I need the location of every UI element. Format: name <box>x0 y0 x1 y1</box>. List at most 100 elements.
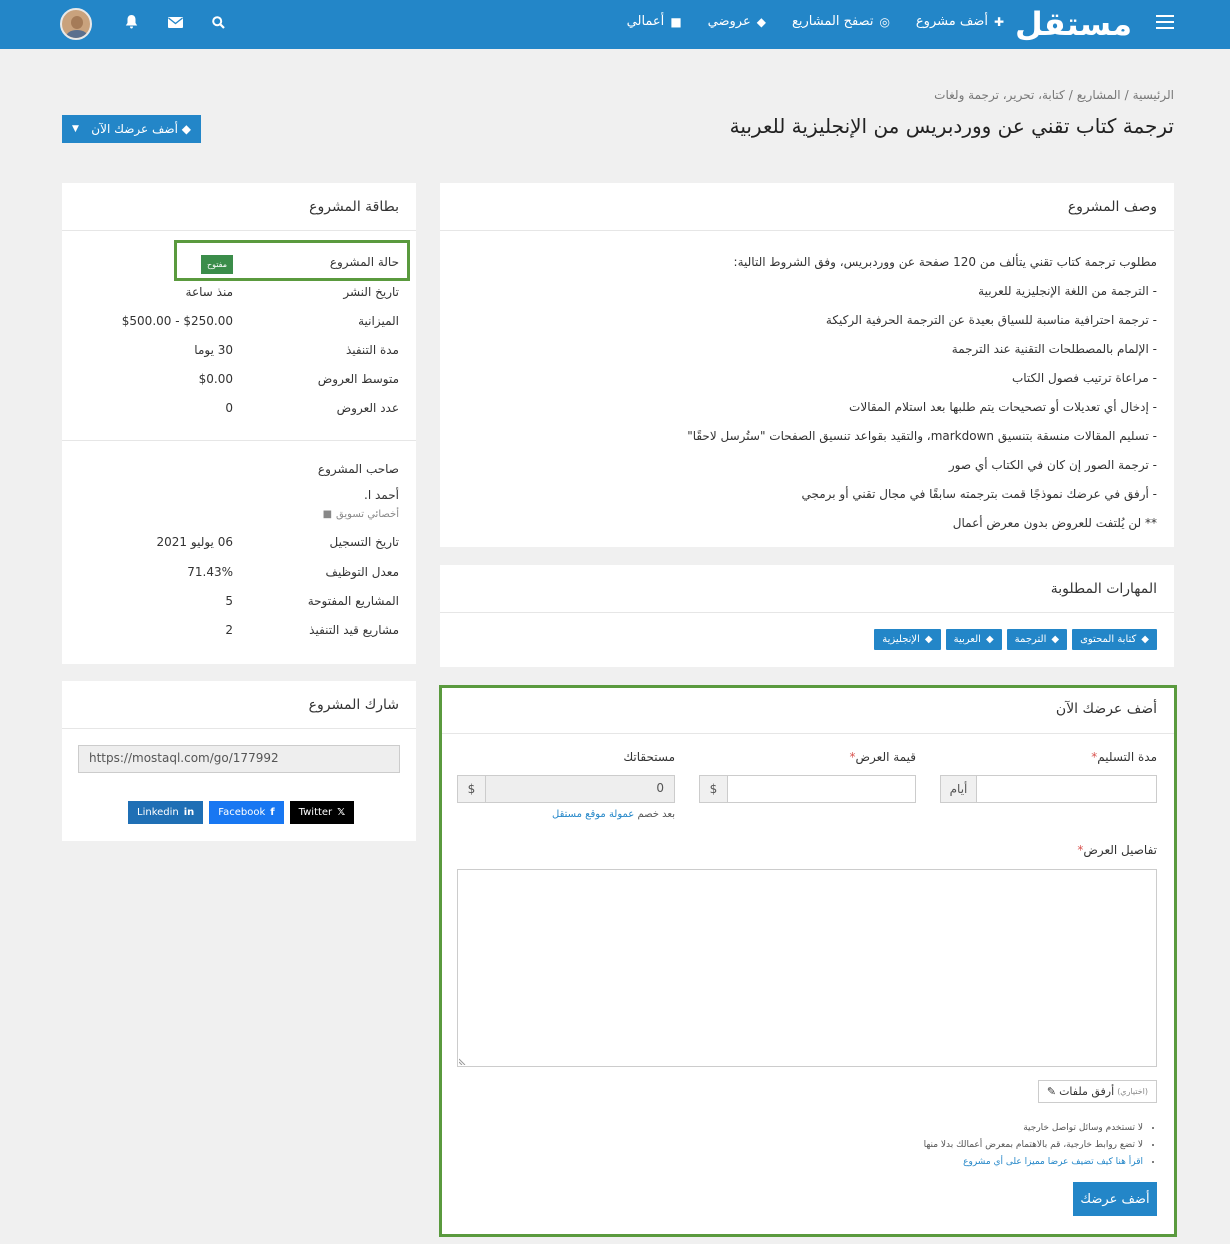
offer-rules-list: لا تستخدم وسائل تواصل خارجية لا تضع رواب… <box>924 1120 1157 1171</box>
tag-icon: ◆ <box>924 634 933 645</box>
envelope-icon[interactable] <box>164 16 186 32</box>
info-row-offer-count: عدد العروض 0 <box>79 401 399 415</box>
description-heading: وصف المشروع <box>440 183 1174 231</box>
briefcase-icon: ■ <box>322 509 333 520</box>
skill-tag[interactable]: ◆ الترجمة <box>1006 629 1068 650</box>
facebook-icon: f <box>270 807 275 818</box>
info-value: 2 <box>225 623 233 637</box>
briefcase-icon: ■ <box>670 14 682 29</box>
share-heading: شارك المشروع <box>62 681 416 729</box>
description-line: مطلوب ترجمة كتاب تقني يتألف من 120 صفحة … <box>733 255 1157 269</box>
offer-price-input[interactable]: $ <box>699 775 916 803</box>
add-offer-form-panel: أضف عرضك الآن مدة التسليم* قيمة العرض* م… <box>439 685 1177 1237</box>
delivery-duration-input[interactable]: أيام <box>940 775 1157 803</box>
page-title: ترجمة كتاب تقني عن ووردبريس من الإنجليزي… <box>729 114 1174 138</box>
info-key: عدد العروض <box>336 401 399 415</box>
share-buttons: Linkedin in Facebook f Twitter 𝕏 <box>128 801 355 824</box>
menu-icon[interactable] <box>1156 15 1174 30</box>
description-body: مطلوب ترجمة كتاب تقني يتألف من 120 صفحة … <box>440 231 1174 555</box>
twitter-share-button[interactable]: Twitter 𝕏 <box>289 801 355 824</box>
info-key: الميزانية <box>358 314 399 328</box>
description-line: - الترجمة من اللغة الإنجليزية للعربية <box>978 284 1157 298</box>
submit-offer-button[interactable]: أضف عرضك <box>1073 1182 1157 1216</box>
owner-role: ■ أخصائي تسويق <box>322 509 399 520</box>
info-key: تاريخ التسجيل <box>329 535 399 549</box>
info-row-open-projects: المشاريع المفتوحة 5 <box>79 594 399 608</box>
resize-handle-icon[interactable] <box>459 1057 467 1065</box>
dollar-addon: $ <box>700 776 728 802</box>
share-project-panel: شارك المشروع https://mostaql.com/go/1779… <box>62 681 416 841</box>
project-card-heading: بطاقة المشروع <box>62 183 416 231</box>
info-key: مشاريع قيد التنفيذ <box>309 623 399 637</box>
project-description-panel: وصف المشروع مطلوب ترجمة كتاب تقني يتألف … <box>440 183 1174 547</box>
info-value: 30 يوما <box>194 343 233 357</box>
offer-details-textarea[interactable] <box>457 869 1157 1067</box>
nav-add-project[interactable]: ✚ أضف مشروع <box>916 14 1004 29</box>
nav-add-project-label: أضف مشروع <box>915 14 988 29</box>
info-value: $250.00 - $500.00 <box>121 314 233 328</box>
search-icon[interactable] <box>207 15 229 33</box>
nav-my-offers-label: عروضي <box>707 14 751 29</box>
share-url-input[interactable]: https://mostaql.com/go/177992 <box>78 745 400 773</box>
description-line: - ترجمة الصور إن كان في الكتاب أي صور <box>948 458 1157 472</box>
skill-tag[interactable]: ◆ العربية <box>945 629 1002 650</box>
breadcrumb-projects[interactable]: المشاريع <box>1077 88 1121 102</box>
attach-files-button[interactable]: ✎ أرفق ملفات (اختياري) <box>1037 1080 1157 1103</box>
dollar-addon: $ <box>458 776 486 802</box>
status-badge: مفتوح <box>200 255 233 274</box>
rule-item: لا تستخدم وسائل تواصل خارجية <box>924 1120 1143 1137</box>
bell-icon[interactable] <box>120 15 142 33</box>
description-line: - أرفق في عرضك نموذجًا قمت بترجمته سابقً… <box>801 487 1157 501</box>
rule-item: اقرأ هنا كيف تضيف عرضا مميزا على أي مشرو… <box>924 1154 1143 1171</box>
offer-details-label: تفاصيل العرض* <box>1077 843 1157 857</box>
info-row-registered: تاريخ التسجيل 06 يوليو 2021 <box>79 535 399 549</box>
info-key: المشاريع المفتوحة <box>307 594 399 608</box>
caret-down-icon: ▼ <box>72 124 79 134</box>
site-logo[interactable]: مستقل <box>1015 2 1132 46</box>
breadcrumb-category[interactable]: كتابة، تحرير، ترجمة ولغات <box>934 88 1065 102</box>
rule-link[interactable]: اقرأ هنا كيف تضيف عرضا مميزا على أي مشرو… <box>963 1157 1143 1167</box>
x-icon: 𝕏 <box>337 807 346 818</box>
commission-note: بعد خصم عمولة موقع مستقل <box>552 809 675 820</box>
facebook-share-button[interactable]: Facebook f <box>209 801 284 824</box>
description-line: ** لن يُلتفت للعروض بدون معرض أعمال <box>952 516 1157 530</box>
rule-item: لا تضع روابط خارجية، قم بالاهتمام بمعرض … <box>924 1137 1143 1154</box>
info-value: 0 <box>225 401 233 415</box>
info-row-published: تاريخ النشر منذ ساعة <box>79 285 399 299</box>
info-value: 71.43% <box>187 565 233 579</box>
owner-name[interactable]: أحمد ا. <box>364 488 399 502</box>
nav-browse-projects[interactable]: ◎ تصفح المشاريع <box>792 14 890 29</box>
days-addon: أيام <box>941 776 977 802</box>
skill-tag[interactable]: ◆ الإنجليزية <box>874 629 941 650</box>
breadcrumb-separator: / <box>1124 88 1129 102</box>
tag-icon: ◆ <box>1141 634 1149 645</box>
linkedin-share-button[interactable]: Linkedin in <box>128 801 204 824</box>
skill-tag[interactable]: ◆ كتابة المحتوى <box>1072 629 1157 650</box>
paperclip-icon: ✎ <box>1046 1085 1057 1098</box>
info-row-duration: مدة التنفيذ 30 يوما <box>79 343 399 357</box>
user-avatar[interactable] <box>60 8 92 40</box>
info-key: متوسط العروض <box>317 372 399 386</box>
offer-price-label: قيمة العرض* <box>849 750 916 764</box>
earnings-field: $ 0 <box>457 775 675 803</box>
breadcrumb-separator: / <box>1068 88 1073 102</box>
binoculars-icon: ◎ <box>879 14 890 29</box>
commission-link[interactable]: عمولة موقع مستقل <box>552 809 634 820</box>
breadcrumb-home[interactable]: الرئيسية <box>1133 88 1174 102</box>
nav-my-work-label: أعمالي <box>626 14 665 29</box>
info-row-in-progress: مشاريع قيد التنفيذ 2 <box>79 623 399 637</box>
offer-form-heading: أضف عرضك الآن <box>442 688 1174 734</box>
tag-icon: ◆ <box>756 14 766 29</box>
add-offer-top-label: أضف عرضك الآن ◆ <box>91 122 191 136</box>
info-key: مدة التنفيذ <box>345 343 399 357</box>
info-value: 5 <box>225 594 233 608</box>
main-nav: ✚ أضف مشروع ◎ تصفح المشاريع ◆ عروضي ■ أع… <box>627 14 1004 29</box>
project-card-panel: بطاقة المشروع حالة المشروع مفتوح تاريخ ا… <box>62 183 416 664</box>
nav-my-work[interactable]: ■ أعمالي <box>627 14 682 29</box>
nav-my-offers[interactable]: ◆ عروضي <box>708 14 766 29</box>
info-key: معدل التوظيف <box>325 565 399 579</box>
owner-section-title: صاحب المشروع <box>317 462 399 476</box>
add-offer-dropdown-button[interactable]: ▼ أضف عرضك الآن ◆ <box>62 115 201 143</box>
earnings-label: مستحقاتك <box>623 750 675 764</box>
earnings-value: 0 <box>656 781 664 795</box>
